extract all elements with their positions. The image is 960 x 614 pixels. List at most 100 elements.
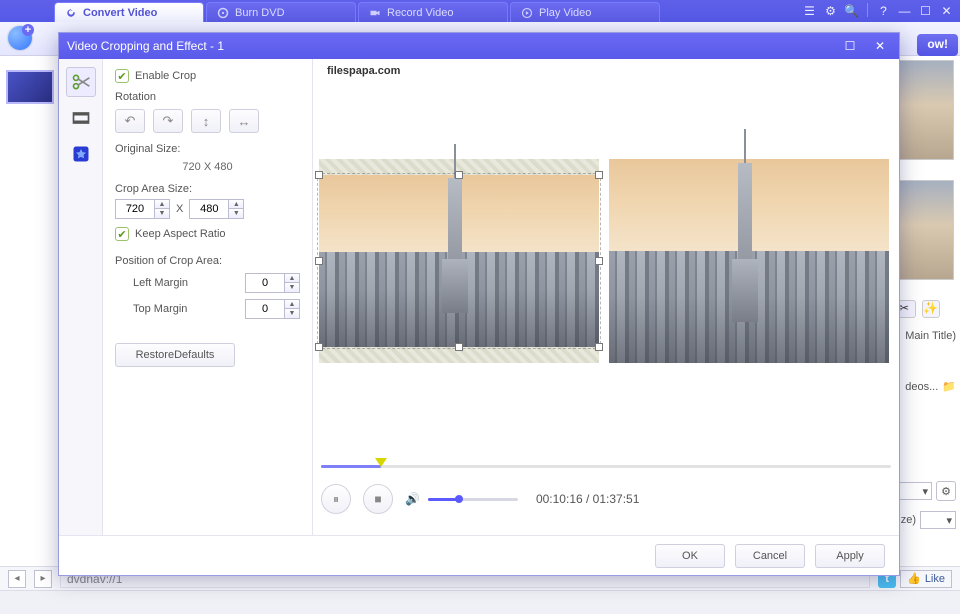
volume-control[interactable]: 🔊 [405,492,518,506]
timeline-slider[interactable] [321,457,891,473]
window-controls: ☰ ⚙ 🔍 ? — ☐ ✕ [802,3,954,18]
preview-thumb [898,60,954,160]
star-tool-button[interactable] [66,139,96,169]
close-icon[interactable]: ✕ [939,3,954,18]
like-label: Like [925,573,945,585]
rotation-label: Rotation [115,91,300,103]
play-icon [521,7,533,19]
preview-area: filespapa.com [313,59,899,535]
tab-play-video[interactable]: Play Video [510,2,660,22]
crop-settings-panel: ✔ Enable Crop Rotation ↶ ↷ ↕ ↔ Original … [103,59,313,535]
bottom-bar [0,590,960,614]
rotate-left-button[interactable]: ↶ [115,109,145,133]
crop-height-input[interactable] [189,199,229,219]
spin-up-icon[interactable]: ▲ [229,200,243,209]
cancel-button[interactable]: Cancel [735,544,805,568]
keep-aspect-label: Keep Aspect Ratio [135,228,226,240]
crop-width-input[interactable] [115,199,155,219]
spin-down-icon[interactable]: ▼ [285,283,299,292]
crop-width-spinner[interactable]: ▲▼ [115,199,170,219]
spin-down-icon[interactable]: ▼ [285,309,299,318]
ok-button[interactable]: OK [655,544,725,568]
settings-button[interactable]: ⚙ [936,481,956,501]
tab-convert-video[interactable]: Convert Video [54,2,204,22]
flip-vertical-button[interactable]: ↕ [191,109,221,133]
restore-defaults-button[interactable]: RestoreDefaults [115,343,235,367]
spin-down-icon[interactable]: ▼ [155,209,169,218]
disc-icon [217,7,229,19]
facebook-like-button[interactable]: 👍 Like [900,570,952,588]
crop-height-spinner[interactable]: ▲▼ [189,199,244,219]
camera-icon [369,7,381,19]
tab-label: Record Video [387,7,453,19]
wand-icon[interactable]: ✨ [922,300,940,318]
spin-up-icon[interactable]: ▲ [155,200,169,209]
crop-preview[interactable] [319,159,599,363]
top-margin-spinner[interactable]: ▲▼ [245,299,300,319]
check-icon: ✔ [115,227,129,241]
tab-record-video[interactable]: Record Video [358,2,508,22]
timecode-text: 00:10:16 / 01:37:51 [536,492,639,506]
crop-tool-button[interactable] [66,67,96,97]
background-peek: ✂ ✨ [898,60,958,318]
scissors-icon[interactable]: ✂ [898,300,916,318]
dialog-side-toolbar [59,59,103,535]
keep-aspect-checkbox[interactable]: ✔ Keep Aspect Ratio [115,227,300,241]
top-margin-label: Top Margin [115,303,187,315]
position-label: Position of Crop Area: [115,255,300,267]
dialog-footer: OK Cancel Apply [59,535,899,575]
add-media-button[interactable] [8,26,32,50]
spin-down-icon[interactable]: ▼ [229,209,243,218]
flip-horizontal-button[interactable]: ↔ [229,109,259,133]
size-separator: X [176,203,183,215]
search-icon[interactable]: 🔍 [844,3,859,18]
dialog-titlebar[interactable]: Video Cropping and Effect - 1 ☐ ✕ [59,33,899,59]
minimize-icon[interactable]: — [897,3,912,18]
star-icon [71,144,91,164]
spin-up-icon[interactable]: ▲ [285,300,299,309]
preview-thumb [898,180,954,280]
folder-icon[interactable]: 📁 [942,380,956,393]
enable-crop-label: Enable Crop [135,70,196,82]
volume-icon: 🔊 [405,492,420,506]
help-icon[interactable]: ? [876,3,891,18]
tab-label: Convert Video [83,7,157,19]
volume-slider[interactable] [428,498,518,501]
left-margin-spinner[interactable]: ▲▼ [245,273,300,293]
crop-effect-dialog: Video Cropping and Effect - 1 ☐ ✕ ✔ Enab… [58,32,900,576]
stop-button[interactable]: ■ [363,484,393,514]
top-tab-bar: Convert Video Burn DVD Record Video Play… [0,0,960,22]
filmstrip-icon [71,108,91,128]
left-margin-input[interactable] [245,273,285,293]
dialog-close-icon[interactable]: ✕ [869,37,891,55]
ze-text: ze) [901,514,916,526]
thumb-icon: 👍 [907,572,921,585]
source-thumbnail[interactable] [6,70,54,104]
tab-label: Play Video [539,7,591,19]
maximize-icon[interactable]: ☐ [918,3,933,18]
original-size-value: 720 X 480 [115,161,300,173]
effects-tool-button[interactable] [66,103,96,133]
enable-crop-checkbox[interactable]: ✔ Enable Crop [115,69,300,83]
pause-button[interactable]: ⏸ [321,484,351,514]
top-margin-input[interactable] [245,299,285,319]
nav-prev-button[interactable]: ◂ [8,570,26,588]
rotate-right-button[interactable]: ↷ [153,109,183,133]
menu-icon[interactable]: ☰ [802,3,817,18]
spin-up-icon[interactable]: ▲ [285,274,299,283]
output-preview [609,159,889,363]
apply-button[interactable]: Apply [815,544,885,568]
upgrade-now-button[interactable]: ow! [917,34,958,56]
check-icon: ✔ [115,69,129,83]
nav-next-button[interactable]: ▸ [34,570,52,588]
size-combo[interactable]: ▾ [920,511,956,529]
dialog-maximize-icon[interactable]: ☐ [839,37,861,55]
gear-icon[interactable]: ⚙ [823,3,838,18]
tab-burn-dvd[interactable]: Burn DVD [206,2,356,22]
crop-area-size-label: Crop Area Size: [115,183,300,195]
timeline-thumb-icon[interactable] [375,458,387,467]
format-combo[interactable]: ▾ [896,482,932,500]
separator [867,3,868,17]
watermark-text: filespapa.com [327,65,400,77]
refresh-icon [65,7,77,19]
